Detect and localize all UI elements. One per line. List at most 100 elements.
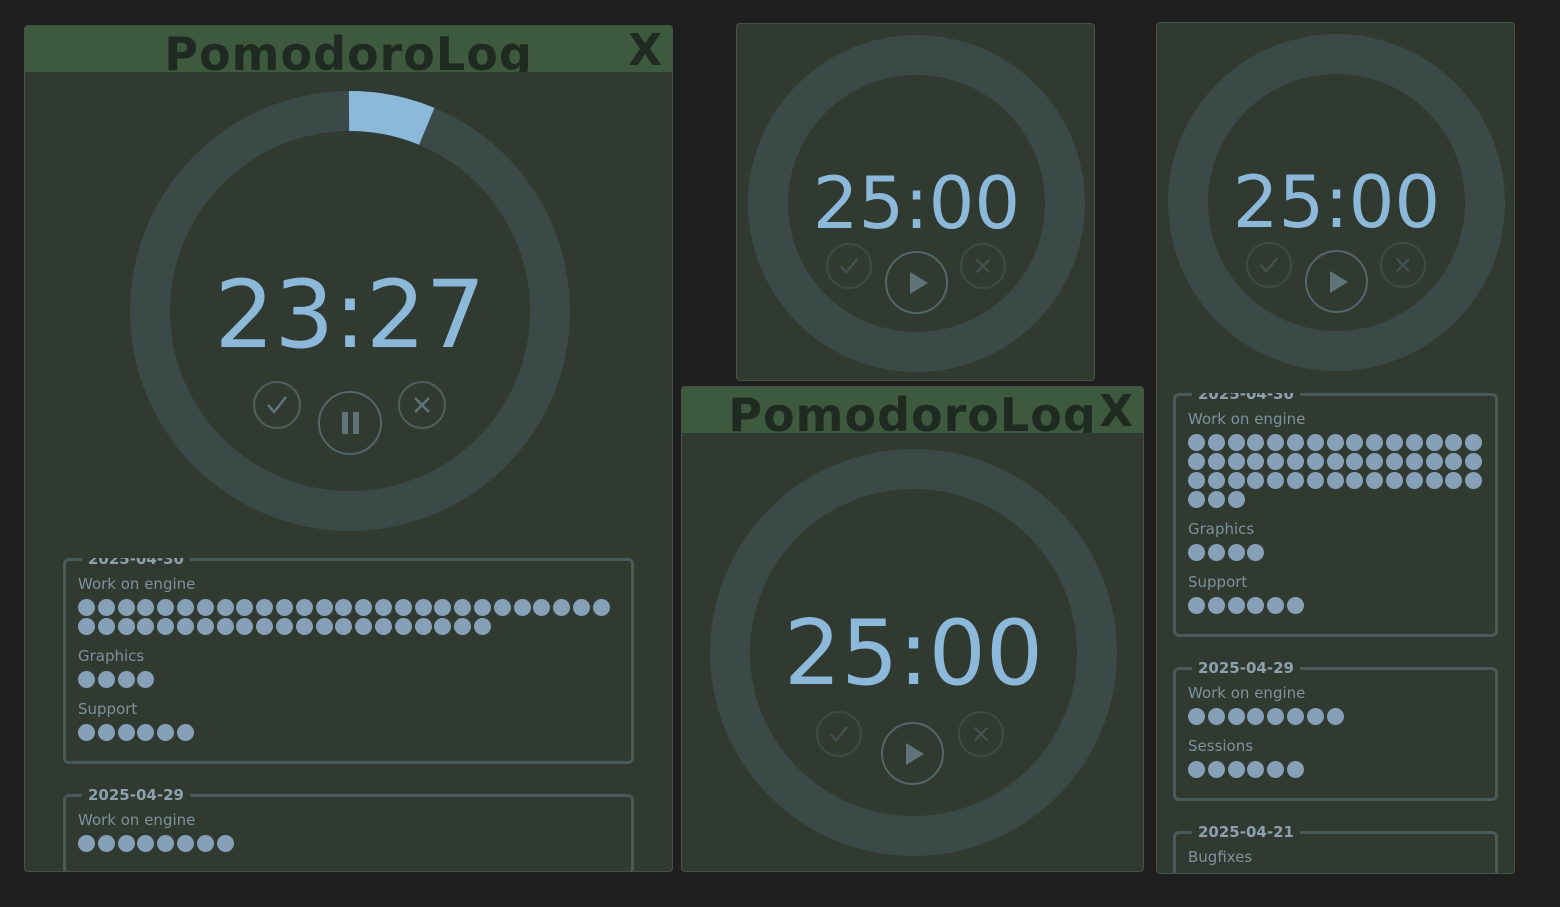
pomodoro-dot [1188, 544, 1205, 561]
session-log[interactable]: 2025-04-30 Work on engine Graphics Support 2… [1173, 393, 1498, 873]
complete-button[interactable] [826, 243, 872, 289]
complete-button[interactable] [253, 381, 301, 429]
pomodoro-dot [117, 599, 135, 616]
cancel-button[interactable] [960, 243, 1006, 289]
task-name: Support [78, 700, 138, 718]
pomodoro-dots [78, 835, 619, 852]
pomodoro-dot [1445, 434, 1463, 451]
pomodoro-dot [434, 599, 452, 616]
pomodoro-dot [1286, 597, 1304, 614]
pomodoro-dot [1188, 761, 1205, 778]
check-icon [267, 396, 287, 414]
pomodoro-dot [256, 618, 274, 635]
pomodoro-dot [1227, 491, 1245, 508]
play-button[interactable] [885, 251, 948, 314]
pomodoro-dots [1188, 708, 1483, 725]
task-name: Work on engine [1188, 684, 1306, 702]
pomodoro-dot [1207, 453, 1225, 470]
pomodoro-dot [1405, 434, 1423, 451]
pomodoro-dot [1465, 434, 1483, 451]
pomodoro-dot [137, 599, 155, 616]
pomodoro-dot [1326, 434, 1344, 451]
session-log[interactable]: 2025-04-30 Work on engine Graphics Support 2… [63, 558, 634, 871]
pomodoro-dot [1286, 434, 1304, 451]
complete-button[interactable] [816, 711, 862, 757]
pomodoro-dot [335, 618, 353, 635]
pomodoro-dot [1227, 434, 1245, 451]
pomodoro-dot [1306, 708, 1324, 725]
pomodoro-dot [315, 599, 333, 616]
pomodoro-dot [97, 671, 115, 688]
pomodoro-dot [1366, 453, 1384, 470]
main-window: PomodoroLog X 23:27 2025-04-30 Work on en… [24, 25, 673, 872]
pomodoro-dot [117, 835, 135, 852]
play-button[interactable] [1305, 250, 1368, 313]
timer-ring: 25:00 [748, 35, 1085, 372]
pomodoro-dot [1366, 472, 1384, 489]
pomodoro-dot [533, 599, 551, 616]
pomodoro-dot [473, 599, 491, 616]
pomodoro-dot [236, 599, 254, 616]
pomodoro-dot [1188, 453, 1205, 470]
close-button[interactable]: X [1099, 390, 1133, 434]
log-day-group: 2025-04-30 Work on engine Graphics Support [63, 558, 634, 764]
pomodoro-dot [1227, 597, 1245, 614]
pomodoro-dot [414, 618, 432, 635]
compact-window: 25:00 [736, 23, 1095, 381]
pomodoro-dots [1188, 434, 1483, 508]
pomodoro-dot [1227, 544, 1245, 561]
pomodoro-dot [1227, 761, 1245, 778]
pomodoro-dots [1188, 544, 1483, 561]
pomodoro-dot [1188, 708, 1205, 725]
pomodoro-dot [1425, 453, 1443, 470]
pomodoro-dot [1247, 544, 1265, 561]
pomodoro-dot [117, 724, 135, 741]
pomodoro-dot [355, 618, 373, 635]
pomodoro-dot [97, 618, 115, 635]
pomodoro-dots [1188, 761, 1483, 778]
pause-button[interactable] [318, 391, 382, 455]
pomodoro-dot [157, 835, 175, 852]
pomodoro-dots [78, 599, 619, 635]
pomodoro-dot [1247, 434, 1265, 451]
pomodoro-dot [196, 618, 214, 635]
pomodoro-dot [1207, 761, 1225, 778]
cancel-button[interactable] [398, 381, 446, 429]
pomodoro-dot [1207, 472, 1225, 489]
pomodoro-dot [1227, 472, 1245, 489]
log-date: 2025-04-29 [82, 786, 190, 804]
pause-icon [342, 412, 359, 434]
tall-window: 25:00 2025-04-30 Work on engine Graphics Su… [1156, 22, 1515, 874]
pomodoro-dot [1326, 453, 1344, 470]
pomodoro-dot [137, 835, 155, 852]
timer-ring: 25:00 [1168, 34, 1505, 371]
pomodoro-dot [315, 618, 333, 635]
complete-button[interactable] [1246, 242, 1292, 288]
pomodoro-dot [78, 618, 95, 635]
pomodoro-dot [1247, 708, 1265, 725]
app-title: PomodoroLog [728, 388, 1097, 433]
pomodoro-dot [1267, 434, 1285, 451]
pomodoro-dot [295, 618, 313, 635]
play-icon [1329, 270, 1348, 293]
pomodoro-dot [1346, 434, 1364, 451]
pomodoro-dot [216, 618, 234, 635]
play-icon [905, 742, 924, 765]
pomodoro-dot [78, 671, 95, 688]
timer-ring: 23:27 [130, 91, 570, 531]
pomodoro-dot [572, 599, 590, 616]
task-name: Work on engine [1188, 410, 1306, 428]
log-date: 2025-04-21 [1192, 823, 1300, 841]
pomodoro-dot [1405, 453, 1423, 470]
title-bar[interactable]: PomodoroLog X [25, 26, 672, 72]
pomodoro-dot [97, 724, 115, 741]
cancel-button[interactable] [958, 711, 1004, 757]
pomodoro-dot [513, 599, 531, 616]
pomodoro-dot [473, 618, 491, 635]
close-button[interactable]: X [628, 29, 662, 73]
play-button[interactable] [881, 722, 944, 785]
cancel-button[interactable] [1380, 242, 1426, 288]
titled-window: PomodoroLog X 25:00 [681, 386, 1144, 872]
title-bar[interactable]: PomodoroLog X [682, 387, 1143, 433]
pomodoro-dot [1445, 453, 1463, 470]
